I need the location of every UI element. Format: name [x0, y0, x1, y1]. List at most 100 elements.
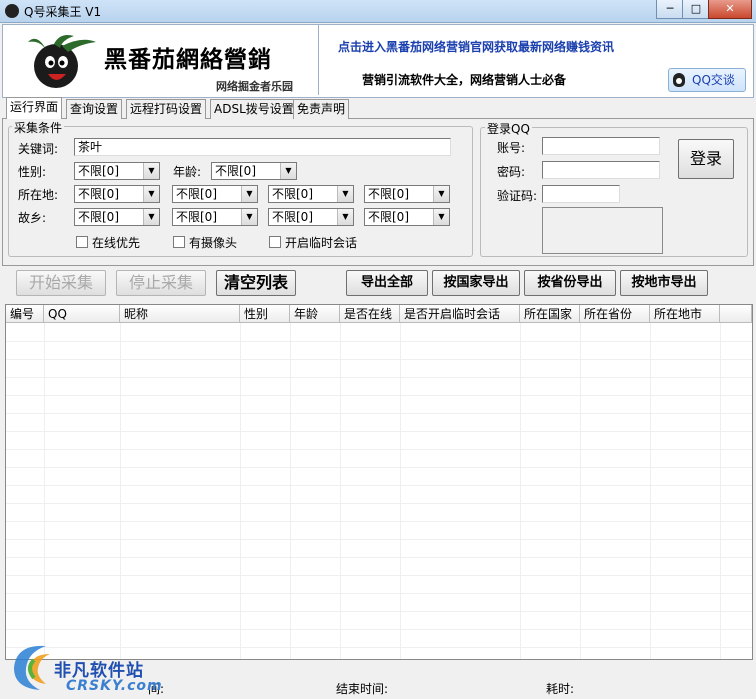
- chevron-down-icon: ▼: [433, 186, 449, 202]
- account-label: 账号:: [497, 141, 526, 155]
- keyword-input[interactable]: 茶叶: [74, 138, 451, 156]
- column-header-province[interactable]: 所在省份: [580, 305, 650, 323]
- temp-chat-label: 开启临时会话: [285, 236, 358, 250]
- hometown-select-city[interactable]: 不限[0] ▼: [268, 208, 354, 226]
- export-by-province-button[interactable]: 按省份导出: [524, 270, 616, 296]
- grid-row-line: [6, 503, 752, 504]
- chevron-down-icon: ▼: [280, 163, 296, 179]
- column-header-city[interactable]: 所在地市: [650, 305, 720, 323]
- location-district-value: 不限[0]: [368, 187, 409, 201]
- grid-column-line: [580, 323, 581, 659]
- grid-row-line: [6, 413, 752, 414]
- location-province-value: 不限[0]: [176, 187, 217, 201]
- temp-chat-checkbox[interactable]: [269, 236, 281, 248]
- grid-row-line: [6, 485, 752, 486]
- grid-row-line: [6, 539, 752, 540]
- qq-chat-button[interactable]: QQ交谈: [668, 68, 746, 92]
- login-button[interactable]: 登录: [678, 139, 734, 179]
- chevron-down-icon: ▼: [241, 209, 257, 225]
- grid-row-line: [6, 431, 752, 432]
- grid-column-line: [650, 323, 651, 659]
- account-input[interactable]: [542, 137, 660, 155]
- grid-row-line: [6, 593, 752, 594]
- title-bar: Q号采集王 V1 ─ □ ✕: [0, 0, 756, 23]
- captcha-input[interactable]: [542, 185, 620, 203]
- export-all-button[interactable]: 导出全部: [346, 270, 428, 296]
- grid-row-line: [6, 575, 752, 576]
- column-header-id[interactable]: 编号: [6, 305, 44, 323]
- captcha-image[interactable]: [542, 207, 663, 254]
- chevron-down-icon: ▼: [143, 163, 159, 179]
- qq-chat-label: QQ交谈: [692, 73, 735, 87]
- tab-disclaimer[interactable]: 免责声明: [293, 99, 350, 119]
- qq-penguin-icon: [673, 73, 685, 87]
- grid-column-line: [720, 323, 721, 659]
- logo-text: 黑番茄網絡營銷: [104, 46, 272, 73]
- start-collect-button[interactable]: 开始采集: [16, 270, 106, 296]
- results-table[interactable]: 编号 QQ 昵称 性别 年龄 是否在线 是否开启临时会话 所在国家 所在省份 所…: [5, 304, 753, 660]
- column-header-filler: [720, 305, 752, 323]
- hometown-label: 故乡:: [18, 211, 47, 225]
- age-select[interactable]: 不限[0] ▼: [211, 162, 297, 180]
- column-header-qq[interactable]: QQ: [44, 305, 120, 323]
- tab-query[interactable]: 查询设置: [66, 99, 123, 119]
- column-header-gender[interactable]: 性别: [240, 305, 290, 323]
- keyword-label: 关键词:: [18, 142, 59, 156]
- app-icon: [5, 4, 19, 18]
- chevron-down-icon: ▼: [143, 186, 159, 202]
- window-title: Q号采集王 V1: [24, 5, 102, 19]
- export-by-city-button[interactable]: 按地市导出: [620, 270, 708, 296]
- elapsed-time-label: 耗时:: [546, 682, 575, 696]
- hometown-select-district[interactable]: 不限[0] ▼: [364, 208, 450, 226]
- login-legend: 登录QQ: [485, 120, 532, 137]
- hometown-select-province[interactable]: 不限[0] ▼: [172, 208, 258, 226]
- location-select-country[interactable]: 不限[0] ▼: [74, 185, 160, 203]
- grid-row-line: [6, 341, 752, 342]
- tab-captcha[interactable]: 远程打码设置: [126, 99, 207, 119]
- grid-row-line: [6, 377, 752, 378]
- grid-column-line: [520, 323, 521, 659]
- clear-list-button[interactable]: 清空列表: [216, 270, 296, 296]
- stop-collect-button[interactable]: 停止采集: [116, 270, 206, 296]
- banner-slogan: 营销引流软件大全，网络营销人士必备: [362, 73, 567, 87]
- location-select-district[interactable]: 不限[0] ▼: [364, 185, 450, 203]
- hometown-select-country[interactable]: 不限[0] ▼: [74, 208, 160, 226]
- grid-row-line: [6, 611, 752, 612]
- export-by-country-button[interactable]: 按国家导出: [432, 270, 520, 296]
- tomato-logo-icon: [28, 35, 96, 88]
- column-header-age[interactable]: 年龄: [290, 305, 340, 323]
- chevron-down-icon: ▼: [143, 209, 159, 225]
- column-header-nickname[interactable]: 昵称: [120, 305, 240, 323]
- tab-adsl[interactable]: ADSL拨号设置: [210, 99, 298, 119]
- grid-row-line: [6, 449, 752, 450]
- grid-column-line: [240, 323, 241, 659]
- grid-column-line: [290, 323, 291, 659]
- location-select-city[interactable]: 不限[0] ▼: [268, 185, 354, 203]
- password-input[interactable]: [542, 161, 660, 179]
- column-header-temp-chat[interactable]: 是否开启临时会话: [400, 305, 520, 323]
- chevron-down-icon: ▼: [337, 209, 353, 225]
- maximize-button[interactable]: □: [682, 0, 710, 19]
- chevron-down-icon: ▼: [337, 186, 353, 202]
- online-first-checkbox[interactable]: [76, 236, 88, 248]
- column-header-country[interactable]: 所在国家: [520, 305, 580, 323]
- tab-run[interactable]: 运行界面: [6, 97, 63, 119]
- location-country-value: 不限[0]: [78, 187, 119, 201]
- chevron-down-icon: ▼: [433, 209, 449, 225]
- online-first-label: 在线优先: [92, 236, 141, 250]
- logo-subtitle: 网络掘金者乐园: [216, 80, 293, 93]
- has-camera-checkbox[interactable]: [173, 236, 185, 248]
- has-camera-label: 有摄像头: [189, 236, 238, 250]
- gender-select[interactable]: 不限[0] ▼: [74, 162, 160, 180]
- minimize-button[interactable]: ─: [656, 0, 684, 19]
- crsky-watermark-logo-icon: [14, 645, 50, 690]
- gender-label: 性别:: [18, 165, 47, 179]
- column-header-online[interactable]: 是否在线: [340, 305, 400, 323]
- banner-divider: [318, 25, 319, 95]
- location-select-province[interactable]: 不限[0] ▼: [172, 185, 258, 203]
- grid-row-line: [6, 395, 752, 396]
- close-button[interactable]: ✕: [708, 0, 752, 19]
- website-link[interactable]: 点击进入黑番茄网络营销官网获取最新网络赚钱资讯: [338, 38, 614, 55]
- conditions-legend: 采集条件: [12, 119, 65, 136]
- grid-column-line: [340, 323, 341, 659]
